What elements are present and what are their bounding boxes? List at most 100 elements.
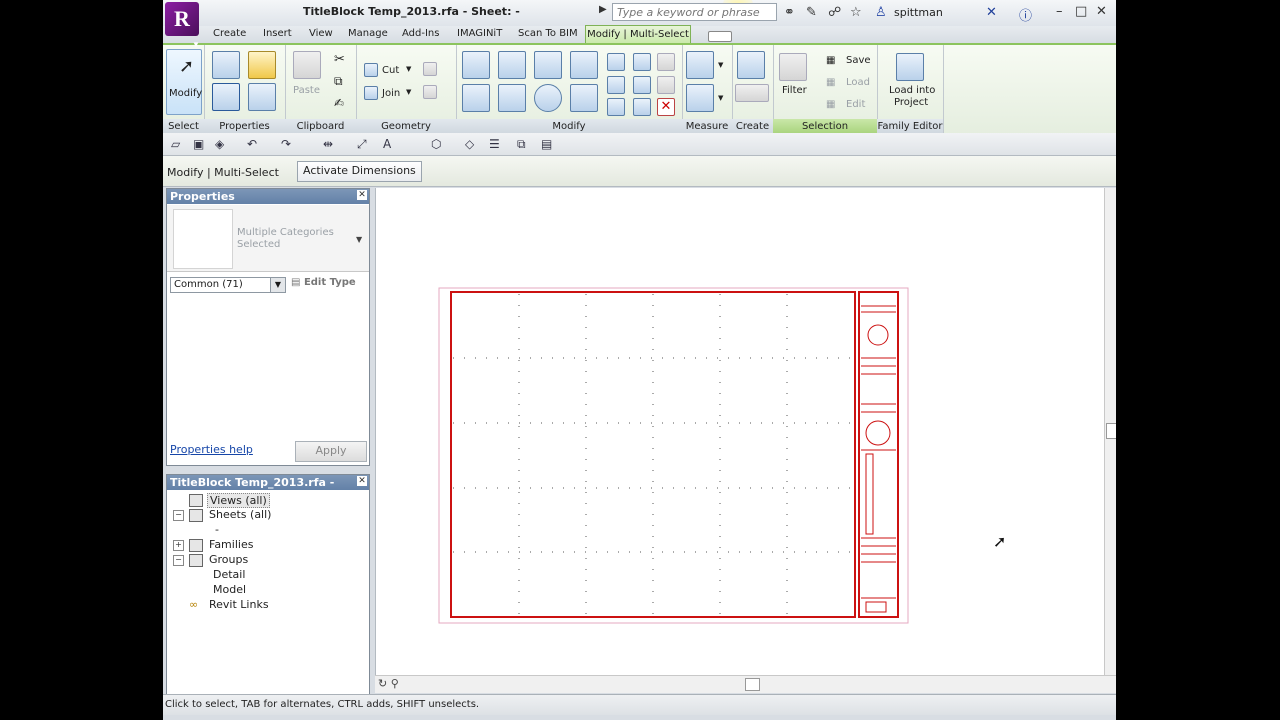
- panel-label-selection[interactable]: Selection: [773, 119, 877, 134]
- filter-funnel-icon[interactable]: [779, 53, 807, 81]
- favorites-star-icon[interactable]: ☆: [850, 5, 862, 20]
- load-into-project-label-2[interactable]: Project: [894, 97, 928, 108]
- trim-extend-multiple-icon[interactable]: [633, 98, 651, 116]
- undo-icon[interactable]: ↶: [247, 137, 257, 151]
- cut-dropdown-icon[interactable]: ▼: [406, 65, 411, 73]
- properties-close-icon[interactable]: ✕: [357, 190, 367, 200]
- project-browser-close-icon[interactable]: ✕: [357, 476, 367, 486]
- filter-label[interactable]: Filter: [782, 85, 807, 96]
- load-into-project-icon[interactable]: [896, 53, 924, 81]
- user-icon[interactable]: ♙: [875, 5, 887, 20]
- chevron-down-icon[interactable]: ▼: [270, 278, 285, 292]
- join-dropdown-icon[interactable]: ▼: [406, 88, 411, 96]
- tree-model[interactable]: Model: [213, 583, 246, 596]
- open-icon[interactable]: ▱: [171, 137, 180, 151]
- 3d-view-icon[interactable]: ⬡: [431, 137, 441, 151]
- vertical-scroll-thumb[interactable]: [1106, 423, 1116, 439]
- measure-between-references-icon[interactable]: [686, 51, 714, 79]
- tab-create[interactable]: Create: [213, 28, 246, 39]
- split-element-icon[interactable]: [607, 53, 625, 71]
- redo-icon[interactable]: ↷: [281, 137, 291, 151]
- close-hidden-windows-icon[interactable]: ⧉: [517, 137, 526, 152]
- family-category-icon[interactable]: [212, 83, 240, 111]
- load-selection-label[interactable]: Load: [846, 77, 870, 88]
- binoculars-icon[interactable]: ⚭: [784, 5, 795, 20]
- tab-imaginit[interactable]: IMAGINiT: [457, 28, 502, 39]
- help-icon[interactable]: ⓘ: [1019, 5, 1032, 24]
- align-icon[interactable]: [462, 51, 490, 79]
- close-icon[interactable]: ✕: [1096, 4, 1107, 19]
- tab-modify-multi-select[interactable]: Modify | Multi-Select: [585, 25, 691, 44]
- mirror-pick-axis-icon[interactable]: [534, 51, 562, 79]
- match-properties-icon[interactable]: ✍: [334, 96, 344, 110]
- horizontal-scrollbar[interactable]: ↻ ⚲: [375, 675, 1116, 693]
- view-control-icon[interactable]: ↻ ⚲: [378, 677, 399, 690]
- exchange-apps-icon[interactable]: ✕: [986, 5, 997, 20]
- panel-label-measure[interactable]: Measure: [682, 119, 732, 134]
- paste-label[interactable]: Paste: [293, 85, 320, 96]
- dimension-dropdown-icon[interactable]: ▼: [718, 94, 723, 102]
- search-input[interactable]: [612, 3, 777, 21]
- paste-icon[interactable]: [293, 51, 321, 79]
- scale-icon[interactable]: [633, 76, 651, 94]
- panel-label-modify[interactable]: Modify: [456, 119, 682, 134]
- panel-label-family-editor[interactable]: Family Editor: [877, 119, 943, 134]
- families-expand-toggle[interactable]: +: [173, 540, 184, 551]
- create-similar-icon[interactable]: [735, 84, 769, 102]
- apply-button[interactable]: Apply: [295, 441, 367, 462]
- pin-icon[interactable]: [657, 76, 675, 94]
- user-name[interactable]: spittman: [894, 6, 943, 19]
- mirror-draw-axis-icon[interactable]: [570, 51, 598, 79]
- join-geometry-icon[interactable]: [364, 86, 378, 100]
- sheets-collapse-toggle[interactable]: −: [173, 510, 184, 521]
- family-types-icon[interactable]: [248, 83, 276, 111]
- paint-icon[interactable]: [423, 85, 437, 99]
- drawing-area[interactable]: ▭ ⧉ ✕ ◎ ▼ ⚲ ▼ ➚: [375, 188, 1105, 675]
- load-into-project-label-1[interactable]: Load into: [889, 85, 935, 96]
- titleblock-drawing[interactable]: [376, 188, 1105, 675]
- subscription-icon[interactable]: ✎: [806, 5, 817, 20]
- project-browser-header[interactable]: TitleBlock Temp_2013.rfa - Projec... ✕: [167, 475, 369, 504]
- measure-qat-icon[interactable]: ⇹: [323, 137, 333, 151]
- tab-add-ins[interactable]: Add-Ins: [402, 28, 439, 39]
- save-selection-icon[interactable]: ▦: [826, 55, 835, 66]
- type-dropdown-icon[interactable]: ▼: [356, 235, 362, 244]
- cut-scissors-icon[interactable]: ✂: [334, 52, 345, 67]
- trim-extend-single-icon[interactable]: [607, 98, 625, 116]
- panel-label-clipboard[interactable]: Clipboard: [285, 119, 356, 134]
- array-icon[interactable]: [607, 76, 625, 94]
- type-selector[interactable]: Multiple Categories Selected ▼: [167, 205, 369, 272]
- load-selection-icon[interactable]: ▦: [826, 77, 835, 88]
- tree-revit-links[interactable]: Revit Links: [209, 598, 269, 611]
- copy-element-icon[interactable]: [498, 84, 526, 112]
- groups-collapse-toggle[interactable]: −: [173, 555, 184, 566]
- save-icon[interactable]: ▣: [193, 137, 204, 151]
- tab-view[interactable]: View: [309, 28, 333, 39]
- communication-icon[interactable]: ☍: [828, 5, 841, 20]
- ribbon-minimize-toggle[interactable]: [708, 31, 732, 42]
- application-menu-button[interactable]: R ▼: [165, 2, 200, 49]
- delete-icon[interactable]: ✕: [657, 98, 675, 116]
- title-arrow-icon[interactable]: ▶: [599, 4, 607, 15]
- tab-scan-to-bim[interactable]: Scan To BIM: [518, 28, 578, 39]
- synchronize-icon[interactable]: ◈: [215, 137, 224, 151]
- edit-selection-label[interactable]: Edit: [846, 99, 865, 110]
- text-icon[interactable]: A: [383, 137, 391, 151]
- properties-header[interactable]: Properties ✕: [167, 189, 369, 204]
- type-properties-icon[interactable]: [248, 51, 276, 79]
- aligned-dimension-qat-icon[interactable]: ⤢: [357, 137, 367, 152]
- cut-geometry-icon[interactable]: [364, 63, 378, 77]
- section-icon[interactable]: ◇: [465, 137, 474, 151]
- tree-sheet-item[interactable]: -: [215, 523, 219, 536]
- trim-extend-corner-icon[interactable]: [570, 84, 598, 112]
- offset-icon[interactable]: [498, 51, 526, 79]
- tab-manage[interactable]: Manage: [348, 28, 388, 39]
- activate-dimensions-button[interactable]: Activate Dimensions: [297, 161, 422, 182]
- vertical-scrollbar[interactable]: [1104, 188, 1116, 675]
- tree-groups[interactable]: Groups: [209, 553, 248, 566]
- panel-label-properties[interactable]: Properties: [204, 119, 285, 134]
- cut-label[interactable]: Cut: [382, 65, 399, 76]
- join-label[interactable]: Join: [382, 88, 400, 99]
- create-group-icon[interactable]: [737, 51, 765, 79]
- horizontal-scroll-thumb[interactable]: [745, 678, 760, 691]
